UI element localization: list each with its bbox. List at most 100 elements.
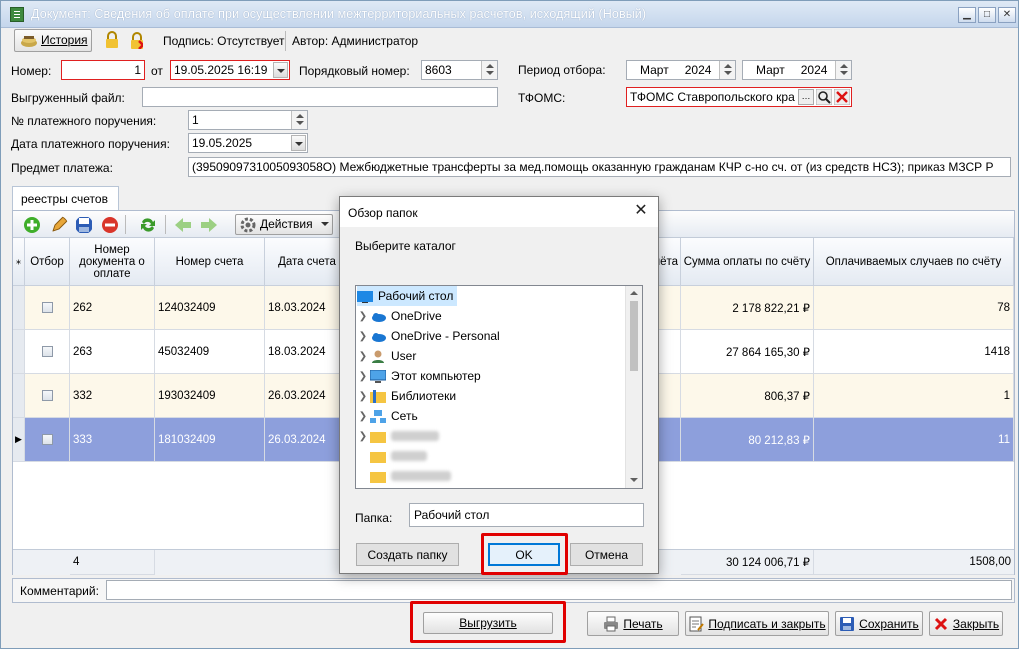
toolbar-divider xyxy=(285,31,286,51)
tfoms-field[interactable]: ТФОМС Ставропольского кра … xyxy=(626,87,852,107)
date-field[interactable]: 19.05.2025 16:19 xyxy=(170,60,290,80)
save-grid-icon[interactable] xyxy=(75,216,93,234)
expand-chevron-icon[interactable]: ❯ xyxy=(356,371,370,382)
expand-chevron-icon[interactable]: ❯ xyxy=(356,351,370,362)
tree-item-onedrive[interactable]: ❯ OneDrive xyxy=(356,306,626,326)
folder-path-field[interactable]: Рабочий стол xyxy=(409,503,644,527)
tree-item-this-pc[interactable]: ❯ Этот компьютер xyxy=(356,366,626,386)
expand-chevron-icon[interactable]: ❯ xyxy=(356,331,370,342)
signature-status: Подпись: Отсутствует xyxy=(163,34,285,48)
tfoms-clear-icon[interactable] xyxy=(834,89,850,105)
history-label: История xyxy=(41,33,88,47)
col-header-paid-cases[interactable]: Оплачиваемых случаев по счёту xyxy=(814,238,1014,286)
payment-order-date-field[interactable]: 19.05.2025 xyxy=(188,133,308,153)
tree-item-folder-blurred[interactable] xyxy=(356,466,626,486)
expand-chevron-icon[interactable]: ❯ xyxy=(356,311,370,322)
seq-spinner[interactable] xyxy=(481,61,497,79)
cloud-icon xyxy=(372,312,386,322)
seq-number-field[interactable]: 8603 xyxy=(421,60,498,80)
date-value: 19.05.2025 16:19 xyxy=(174,63,268,77)
print-button[interactable]: Печать xyxy=(587,611,679,636)
row-checkbox[interactable] xyxy=(41,346,53,357)
export-button[interactable]: Выгрузить xyxy=(423,612,553,634)
expand-chevron-icon[interactable]: ❯ xyxy=(356,411,370,422)
tree-item-user[interactable]: ❯ User xyxy=(356,346,626,366)
selection-cell[interactable] xyxy=(25,374,70,418)
col-header-account-no[interactable]: Номер счета xyxy=(155,238,265,286)
close-button[interactable]: Закрыть xyxy=(929,611,1003,636)
tree-item-folder-blurred[interactable] xyxy=(356,446,626,466)
number-field[interactable]: 1 xyxy=(61,60,145,80)
lock-icon[interactable] xyxy=(105,31,119,49)
document-toolbar: История Подпись: Отсутствует Автор: Адми… xyxy=(5,29,1015,54)
dialog-close-icon[interactable]: ✕ xyxy=(632,203,650,221)
back-arrow-icon[interactable] xyxy=(174,216,192,234)
tab-account-registers[interactable]: реестры счетов xyxy=(12,186,119,211)
unsign-icon[interactable] xyxy=(129,31,143,49)
add-icon[interactable] xyxy=(23,216,41,234)
grid-toolbar-divider xyxy=(165,215,166,234)
tree-scrollbar[interactable] xyxy=(625,286,642,488)
col-header-doc-no[interactable]: Номер документа о оплате xyxy=(70,238,155,286)
tree-item-onedrive-personal[interactable]: ❯ OneDrive - Personal xyxy=(356,326,626,346)
payment-order-no-spinner[interactable] xyxy=(291,111,307,129)
paid-cases-cell: 1418 xyxy=(814,330,1014,374)
row-checkbox[interactable] xyxy=(41,390,53,401)
expand-chevron-icon[interactable]: ❯ xyxy=(356,431,370,442)
document-window: Документ: Сведения об оплате при осущест… xyxy=(0,0,1019,649)
scroll-down-icon[interactable] xyxy=(630,478,638,482)
refresh-icon[interactable] xyxy=(138,216,156,234)
cloud-icon xyxy=(372,332,386,342)
desktop-icon xyxy=(357,290,373,303)
selection-cell[interactable] xyxy=(25,418,70,462)
new-folder-button[interactable]: Создать папку xyxy=(356,543,459,566)
cancel-button[interactable]: Отмена xyxy=(570,543,643,566)
period-from-field[interactable]: Март 2024 xyxy=(626,60,736,80)
delete-icon[interactable] xyxy=(101,216,119,234)
number-label: Номер: xyxy=(11,64,52,78)
scroll-thumb[interactable] xyxy=(630,301,638,371)
tree-label: Сеть xyxy=(391,409,418,423)
period-to-field[interactable]: Март 2024 xyxy=(742,60,852,80)
forward-arrow-icon[interactable] xyxy=(200,216,218,234)
ok-button[interactable]: OK xyxy=(488,543,560,566)
col-header-account-date[interactable]: Дата счета xyxy=(265,238,350,286)
payment-subject-field[interactable]: (3950909731005093058О) Межбюджетные тран… xyxy=(188,157,1011,177)
actions-button[interactable]: Действия xyxy=(235,214,333,235)
footer-count: 4 xyxy=(70,550,155,575)
period-from-spinner[interactable] xyxy=(719,61,735,79)
expand-chevron-icon[interactable]: ❯ xyxy=(356,391,370,402)
minimize-button[interactable]: ▁ xyxy=(958,7,976,23)
comment-field[interactable] xyxy=(106,580,1012,600)
col-header-selection[interactable]: Отбор xyxy=(25,238,70,286)
redacted-folder-name xyxy=(391,431,439,441)
sign-and-close-button[interactable]: Подписать и закрыть xyxy=(685,611,829,636)
period-from-year: 2024 xyxy=(684,63,712,77)
maximize-button[interactable]: □ xyxy=(978,7,996,23)
tree-item-libraries[interactable]: ❯ Библиотеки xyxy=(356,386,626,406)
account-no-cell: 45032409 xyxy=(155,330,265,374)
folder-tree: Рабочий стол ❯ OneDrive ❯ OneDrive - Per… xyxy=(355,285,643,489)
save-button[interactable]: Сохранить xyxy=(835,611,923,636)
tfoms-more-button[interactable]: … xyxy=(798,89,814,105)
tree-item-desktop[interactable]: Рабочий стол xyxy=(357,286,457,306)
scroll-up-icon[interactable] xyxy=(630,291,638,295)
tree-item-folder-blurred[interactable]: ❯ xyxy=(356,426,626,446)
seq-number-label: Порядковый номер: xyxy=(299,64,410,78)
tfoms-search-icon[interactable] xyxy=(816,89,832,105)
col-header-payment-sum[interactable]: Сумма оплаты по счёту xyxy=(681,238,814,286)
history-button[interactable]: История xyxy=(14,29,92,52)
tree-item-network[interactable]: ❯ Сеть xyxy=(356,406,626,426)
selection-cell[interactable] xyxy=(25,330,70,374)
edit-icon[interactable] xyxy=(50,216,68,234)
payment-date-dropdown-icon[interactable] xyxy=(291,135,306,151)
exported-file-field[interactable] xyxy=(142,87,498,107)
close-window-button[interactable]: ✕ xyxy=(998,7,1016,23)
bottom-button-bar: Выгрузить Печать Подписать и закрыть Сох… xyxy=(9,606,1015,646)
date-dropdown-icon[interactable] xyxy=(273,62,288,78)
row-checkbox[interactable] xyxy=(41,302,53,313)
selection-cell[interactable] xyxy=(25,286,70,330)
payment-order-no-field[interactable]: 1 xyxy=(188,110,308,130)
period-to-spinner[interactable] xyxy=(835,61,851,79)
row-checkbox[interactable] xyxy=(41,434,53,445)
